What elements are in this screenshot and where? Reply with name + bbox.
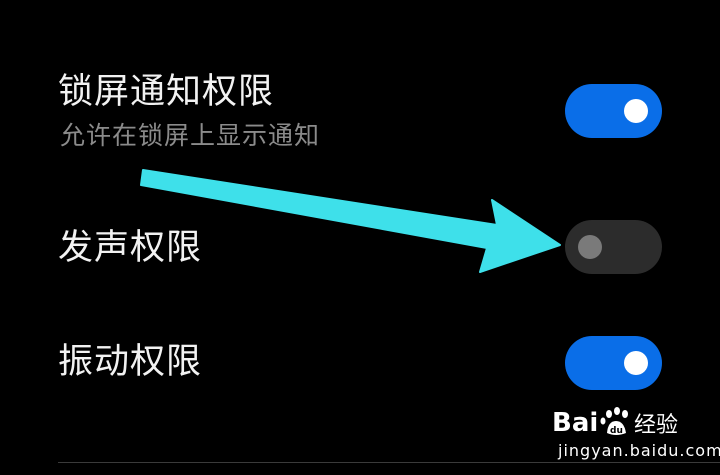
- setting-subtitle-lockscreen-notification: 允许在锁屏上显示通知: [60, 121, 321, 150]
- setting-row-lockscreen-notification[interactable]: 锁屏通知权限 允许在锁屏上显示通知: [0, 0, 720, 170]
- svg-text:Bai: Bai: [552, 408, 598, 438]
- toggle-lockscreen-notification[interactable]: [565, 84, 662, 138]
- setting-title-vibration: 振动权限: [58, 342, 203, 382]
- baidu-jingyan-watermark: Bai du 经验 jingyan.baidu.com: [552, 395, 720, 470]
- watermark-url: jingyan.baidu.com: [558, 441, 720, 460]
- toggle-knob: [578, 235, 602, 259]
- setting-row-sound[interactable]: 发声权限: [0, 170, 720, 310]
- setting-title-lockscreen-notification: 锁屏通知权限: [58, 72, 275, 112]
- setting-title-sound: 发声权限: [58, 228, 203, 268]
- toggle-knob: [624, 99, 648, 123]
- toggle-sound[interactable]: [565, 220, 662, 274]
- baidu-paw-logo-icon: Bai du 经验: [552, 407, 678, 438]
- toggle-knob: [624, 351, 648, 375]
- toggle-vibration[interactable]: [565, 336, 662, 390]
- svg-text:du: du: [610, 426, 623, 436]
- svg-text:经验: 经验: [634, 413, 678, 438]
